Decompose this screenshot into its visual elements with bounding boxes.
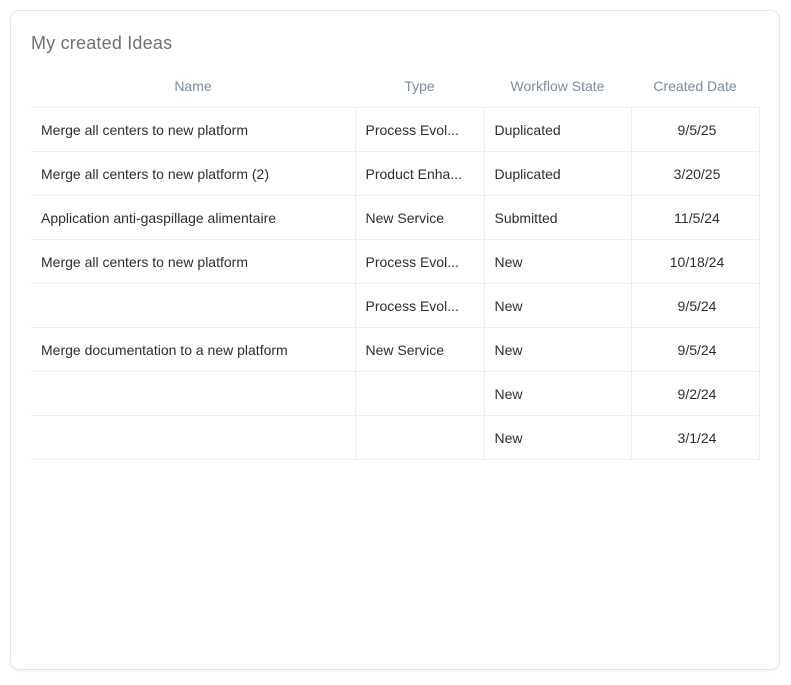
- cell-name: [31, 284, 355, 328]
- cell-created_date: 10/18/24: [631, 240, 759, 284]
- cell-workflow_state: New: [484, 240, 631, 284]
- cell-name: Merge all centers to new platform: [31, 240, 355, 284]
- cell-created_date: 9/5/24: [631, 284, 759, 328]
- cell-type: New Service: [355, 196, 484, 240]
- table-row[interactable]: Merge all centers to new platformProcess…: [31, 240, 759, 284]
- cell-type: Product Enha...: [355, 152, 484, 196]
- cell-created_date: 9/5/25: [631, 108, 759, 152]
- cell-type: [355, 372, 484, 416]
- table-row[interactable]: New9/2/24: [31, 372, 759, 416]
- cell-type: Process Evol...: [355, 284, 484, 328]
- cell-workflow_state: New: [484, 328, 631, 372]
- cell-name: Merge all centers to new platform: [31, 108, 355, 152]
- cell-workflow_state: New: [484, 372, 631, 416]
- ideas-table-body: Merge all centers to new platformProcess…: [31, 108, 759, 460]
- cell-workflow_state: New: [484, 284, 631, 328]
- column-header-workflow_state: Workflow State: [484, 68, 631, 108]
- cell-type: New Service: [355, 328, 484, 372]
- cell-type: [355, 416, 484, 460]
- column-header-created_date: Created Date: [631, 68, 759, 108]
- my-created-ideas-panel: My created Ideas NameTypeWorkflow StateC…: [10, 10, 780, 670]
- cell-workflow_state: Submitted: [484, 196, 631, 240]
- table-row[interactable]: Application anti-gaspillage alimentaireN…: [31, 196, 759, 240]
- cell-name: [31, 416, 355, 460]
- column-header-type: Type: [355, 68, 484, 108]
- cell-workflow_state: Duplicated: [484, 152, 631, 196]
- table-row[interactable]: Merge all centers to new platform (2)Pro…: [31, 152, 759, 196]
- cell-name: Application anti-gaspillage alimentaire: [31, 196, 355, 240]
- cell-created_date: 3/20/25: [631, 152, 759, 196]
- header-row: NameTypeWorkflow StateCreated Date: [31, 68, 759, 108]
- cell-created_date: 9/2/24: [631, 372, 759, 416]
- column-header-name: Name: [31, 68, 355, 108]
- table-row[interactable]: Merge all centers to new platformProcess…: [31, 108, 759, 152]
- ideas-table: NameTypeWorkflow StateCreated Date Merge…: [31, 68, 760, 460]
- table-row[interactable]: Process Evol...New9/5/24: [31, 284, 759, 328]
- cell-name: Merge documentation to a new platform: [31, 328, 355, 372]
- cell-name: [31, 372, 355, 416]
- cell-created_date: 9/5/24: [631, 328, 759, 372]
- cell-workflow_state: New: [484, 416, 631, 460]
- cell-workflow_state: Duplicated: [484, 108, 631, 152]
- cell-type: Process Evol...: [355, 108, 484, 152]
- table-row[interactable]: New3/1/24: [31, 416, 759, 460]
- cell-created_date: 3/1/24: [631, 416, 759, 460]
- panel-title: My created Ideas: [31, 33, 779, 54]
- ideas-table-header: NameTypeWorkflow StateCreated Date: [31, 68, 759, 108]
- cell-name: Merge all centers to new platform (2): [31, 152, 355, 196]
- cell-created_date: 11/5/24: [631, 196, 759, 240]
- table-row[interactable]: Merge documentation to a new platformNew…: [31, 328, 759, 372]
- cell-type: Process Evol...: [355, 240, 484, 284]
